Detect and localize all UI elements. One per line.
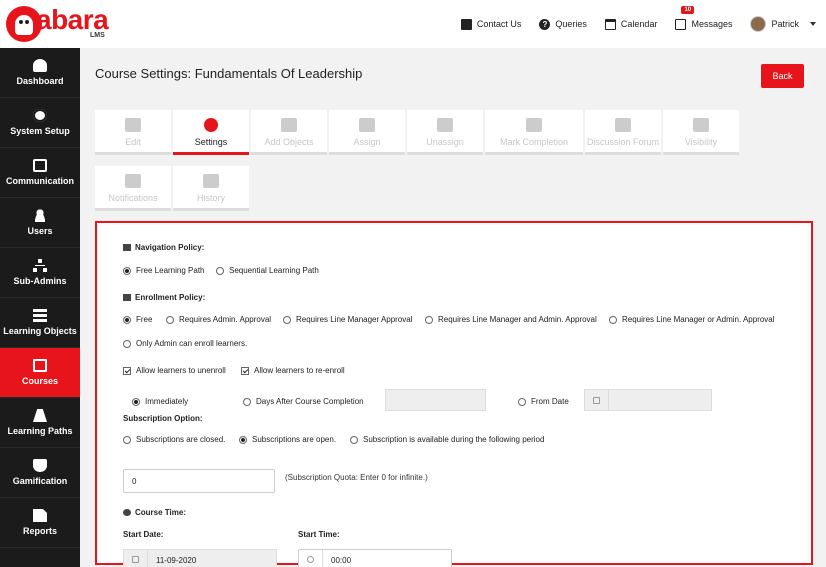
contact-us-link[interactable]: Contact Us — [460, 18, 521, 30]
tab-add-objects[interactable]: Add Objects — [251, 110, 327, 155]
radio-enroll-admin-approval[interactable]: Requires Admin. Approval — [166, 315, 271, 324]
tab-edit[interactable]: Edit — [95, 110, 171, 155]
caret-down-icon — [810, 22, 816, 26]
tab-visibility[interactable]: Visibility — [663, 110, 739, 155]
settings-panel: Navigation Policy: Free Learning Path Se… — [95, 221, 813, 567]
radio-enroll-only-admin[interactable]: Only Admin can enroll learners. — [123, 339, 247, 348]
subscription-quota-note: (Subscription Quota: Enter 0 for infinit… — [285, 473, 428, 482]
logo-subtitle: LMS — [90, 32, 105, 39]
messages-link[interactable]: 10 Messages — [675, 5, 732, 30]
calendar-icon — [124, 550, 148, 567]
edit-icon — [123, 294, 131, 301]
radio-enroll-line-manager-or-admin[interactable]: Requires Line Manager or Admin. Approval — [609, 315, 775, 324]
sitemap-icon — [33, 259, 47, 272]
radio-enroll-free[interactable]: Free — [123, 315, 152, 324]
radio-from-date[interactable]: From Date — [518, 397, 569, 406]
subscription-quota-input[interactable]: 0 — [123, 469, 275, 493]
question-icon: ? — [539, 18, 551, 30]
sidebar-item-sub-admins[interactable]: Sub-Admins — [0, 248, 80, 298]
eye-icon — [693, 118, 709, 132]
enrollment-policy-label: Enrollment Policy: — [123, 293, 205, 302]
tab-discussion-forum[interactable]: Discussion Forum — [585, 110, 661, 155]
from-date-input[interactable] — [584, 389, 712, 411]
start-time-label: Start Time: — [298, 530, 340, 539]
users-icon — [33, 209, 47, 222]
radio-enroll-line-manager-and-admin[interactable]: Requires Line Manager and Admin. Approva… — [425, 315, 597, 324]
clock-icon — [123, 509, 131, 516]
tab-notifications[interactable]: Notifications — [95, 166, 171, 211]
envelope-icon — [125, 174, 141, 188]
radio-enroll-line-manager[interactable]: Requires Line Manager Approval — [283, 315, 413, 324]
list-icon — [123, 244, 131, 251]
gear-icon — [33, 109, 47, 122]
sidebar-item-courses[interactable]: Courses — [0, 348, 80, 398]
radio-subscription-period[interactable]: Subscription is available during the fol… — [350, 435, 544, 444]
main-content: Course Settings: Fundamentals Of Leaders… — [80, 48, 826, 567]
avatar — [750, 16, 767, 32]
sidebar-item-learning-objects[interactable]: Learning Objects — [0, 298, 80, 348]
logo[interactable]: abara LMS — [6, 4, 109, 44]
user-menu[interactable]: Patrick — [750, 16, 816, 32]
history-icon — [203, 174, 219, 188]
messages-badge: 10 — [681, 5, 695, 14]
calendar-link[interactable]: Calendar — [604, 18, 657, 30]
sidebar: Dashboard System Setup Communication Use… — [0, 48, 80, 567]
file-icon — [281, 118, 297, 132]
edit-icon — [125, 118, 141, 132]
radio-subscriptions-closed[interactable]: Subscriptions are closed. — [123, 435, 225, 444]
inbox-icon — [33, 159, 47, 172]
radio-subscriptions-open[interactable]: Subscriptions are open. — [239, 435, 336, 444]
desktop-icon — [33, 359, 47, 372]
top-bar: abara LMS Contact Us ? Queries Calendar … — [0, 0, 826, 48]
tab-history[interactable]: History — [173, 166, 249, 211]
road-icon — [33, 409, 47, 422]
checkbox-allow-reenroll[interactable]: Allow learners to re-enroll — [241, 366, 345, 375]
sidebar-item-learning-paths[interactable]: Learning Paths — [0, 398, 80, 448]
file-icon — [33, 509, 47, 522]
gear-icon — [204, 118, 218, 132]
checkbox-allow-unenroll[interactable]: Allow learners to unenroll — [123, 366, 226, 375]
sidebar-item-system-setup[interactable]: System Setup — [0, 98, 80, 148]
tab-mark-completion[interactable]: Mark Completion — [485, 110, 583, 155]
calendar-icon — [585, 390, 609, 410]
inbox-icon — [675, 18, 687, 30]
queries-link[interactable]: ? Queries — [539, 18, 587, 30]
sidebar-item-dashboard[interactable]: Dashboard — [0, 48, 80, 98]
server-icon — [33, 309, 47, 322]
start-time-input[interactable]: 00:00 — [298, 549, 452, 567]
sidebar-item-gamification[interactable]: Gamification — [0, 448, 80, 498]
radio-immediately[interactable]: Immediately — [132, 397, 188, 406]
page-title: Course Settings: Fundamentals Of Leaders… — [95, 66, 363, 81]
trophy-icon — [33, 459, 47, 472]
users-icon — [615, 118, 631, 132]
tab-settings[interactable]: Settings — [173, 110, 249, 155]
navigation-policy-label: Navigation Policy: — [123, 243, 204, 252]
envelope-icon — [460, 18, 472, 30]
radio-free-learning-path[interactable]: Free Learning Path — [123, 266, 205, 275]
minus-square-icon — [437, 118, 453, 132]
dashboard-icon — [33, 59, 47, 72]
radio-days-after-completion[interactable]: Days After Course Completion — [243, 397, 364, 406]
back-button[interactable]: Back — [761, 64, 804, 88]
check-icon — [526, 118, 542, 132]
radio-sequential-learning-path[interactable]: Sequential Learning Path — [216, 266, 319, 275]
tab-unassign[interactable]: Unassign — [407, 110, 483, 155]
start-date-input[interactable]: 11-09-2020 — [123, 549, 277, 567]
clock-icon — [299, 550, 323, 567]
top-nav: Contact Us ? Queries Calendar 10 Message… — [460, 0, 826, 48]
sidebar-item-users[interactable]: Users — [0, 198, 80, 248]
plus-square-icon — [359, 118, 375, 132]
days-after-input[interactable] — [385, 389, 486, 411]
sidebar-item-reports[interactable]: Reports — [0, 498, 80, 548]
course-time-label: Course Time: — [123, 508, 186, 517]
subscription-option-label: Subscription Option: — [123, 414, 203, 423]
start-date-label: Start Date: — [123, 530, 164, 539]
calendar-icon — [604, 18, 616, 30]
sidebar-item-communication[interactable]: Communication — [0, 148, 80, 198]
tab-assign[interactable]: Assign — [329, 110, 405, 155]
